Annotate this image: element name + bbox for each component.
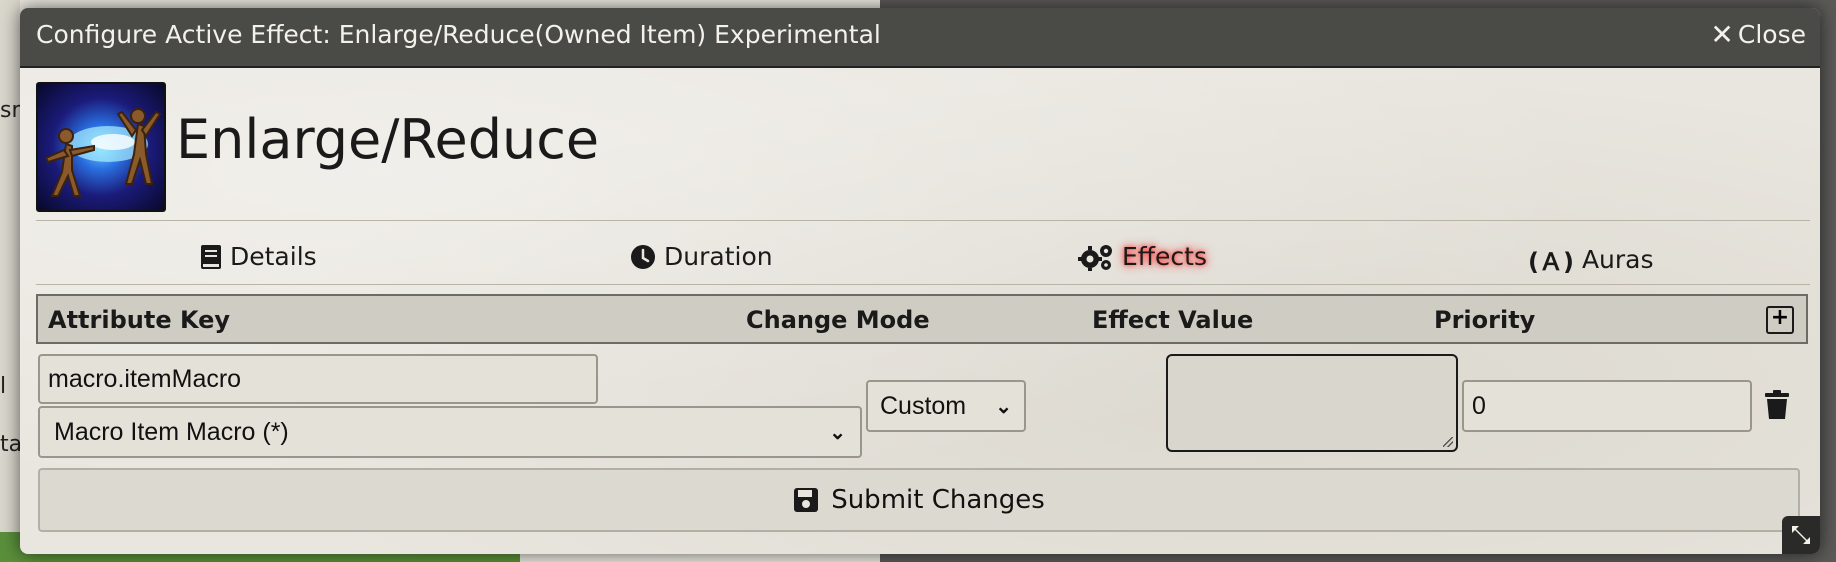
divider bbox=[36, 220, 1810, 221]
submit-changes-button[interactable]: Submit Changes bbox=[38, 468, 1800, 532]
changes-table-header: Attribute Key Change Mode Effect Value P… bbox=[36, 294, 1808, 344]
tab-label: Details bbox=[230, 242, 317, 271]
close-label: Close bbox=[1737, 20, 1806, 49]
column-header-priority: Priority bbox=[1434, 306, 1536, 334]
add-change-button[interactable]: + bbox=[1766, 306, 1794, 334]
gears-icon bbox=[1078, 244, 1112, 271]
submit-label: Submit Changes bbox=[831, 485, 1045, 515]
attribute-key-select[interactable]: Macro Item Macro (*) ⌄ bbox=[38, 406, 862, 458]
trash-icon[interactable] bbox=[1764, 390, 1790, 420]
close-icon: ✕ bbox=[1710, 17, 1734, 51]
effect-value-textarea[interactable] bbox=[1166, 354, 1458, 452]
active-effect-config-window: Configure Active Effect: Enlarge/Reduce(… bbox=[20, 8, 1820, 554]
effect-image[interactable] bbox=[36, 82, 166, 212]
select-value: Custom bbox=[880, 391, 967, 420]
select-value: Macro Item Macro (*) bbox=[54, 417, 289, 446]
chevron-down-icon: ⌄ bbox=[829, 421, 846, 444]
spell-image-icon bbox=[44, 108, 162, 197]
background-text-fragment: l bbox=[0, 374, 7, 399]
tab-duration[interactable]: Duration bbox=[630, 242, 773, 271]
tab-label: Auras bbox=[1581, 245, 1654, 274]
clock-icon bbox=[631, 244, 655, 269]
column-header-change-mode: Change Mode bbox=[746, 306, 930, 334]
save-icon bbox=[794, 488, 819, 512]
book-icon bbox=[201, 244, 221, 269]
resize-grip-icon[interactable] bbox=[1443, 437, 1453, 447]
tab-effects[interactable]: Effects bbox=[1078, 242, 1207, 271]
attribute-key-input[interactable]: macro.itemMacro bbox=[38, 354, 598, 404]
tab-label: Duration bbox=[664, 242, 773, 271]
tab-label: Effects bbox=[1122, 242, 1207, 271]
divider bbox=[36, 284, 1810, 285]
column-header-effect-value: Effect Value bbox=[1092, 306, 1254, 334]
aura-icon: (Ａ) bbox=[1528, 248, 1574, 276]
effect-name-heading[interactable]: Enlarge/Reduce bbox=[176, 108, 599, 171]
tab-details[interactable]: Details bbox=[200, 242, 317, 271]
plus-icon: + bbox=[1770, 305, 1790, 330]
window-resize-handle[interactable] bbox=[1782, 516, 1820, 554]
tab-auras[interactable]: (Ａ) Auras bbox=[1528, 242, 1654, 277]
chevron-down-icon: ⌄ bbox=[995, 395, 1012, 418]
change-mode-select[interactable]: Custom ⌄ bbox=[866, 380, 1026, 432]
priority-input[interactable]: 0 bbox=[1462, 380, 1752, 432]
window-title: Configure Active Effect: Enlarge/Reduce(… bbox=[36, 20, 881, 49]
column-header-attribute-key: Attribute Key bbox=[48, 306, 231, 334]
close-button[interactable]: ✕ Close bbox=[1710, 20, 1806, 49]
window-titlebar[interactable]: Configure Active Effect: Enlarge/Reduce(… bbox=[20, 8, 1820, 68]
expand-arrows-icon bbox=[1792, 526, 1810, 544]
